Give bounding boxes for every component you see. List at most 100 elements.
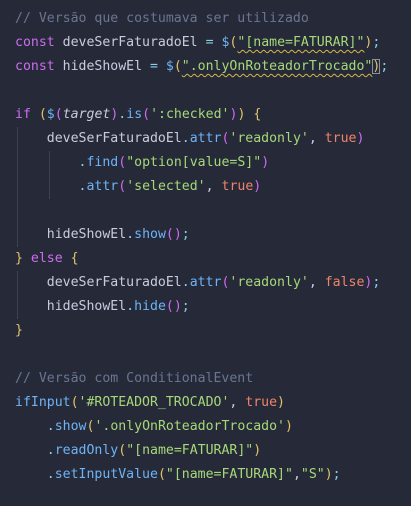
- code-line[interactable]: deveSerFaturadoEl.attr('readonly', false…: [0, 271, 411, 295]
- code-token: deveSerFaturadoEl: [54, 35, 206, 50]
- indent-guide: [17, 271, 18, 295]
- code-token: "[name=FATURAR]": [126, 443, 254, 458]
- code-line[interactable]: const deveSerFaturadoEl = $("[name=FATUR…: [0, 31, 411, 55]
- code-token: (: [118, 179, 127, 194]
- code-token: .: [126, 227, 135, 242]
- code-token: 'readonly': [229, 275, 309, 290]
- code-token: (): [165, 299, 182, 314]
- code-line[interactable]: .show('.onlyOnRoteadorTrocado'): [0, 415, 411, 439]
- indent-guide: [49, 175, 50, 199]
- code-token: ifInput: [15, 395, 71, 410]
- code-token: =: [149, 59, 158, 74]
- code-line[interactable]: // Versão que costumava ser utilizado: [0, 7, 411, 31]
- code-token: find: [86, 155, 119, 170]
- code-token: ): [285, 419, 293, 434]
- code-token: hideShowEl: [46, 299, 127, 314]
- code-token: (: [118, 443, 127, 458]
- code-token: {: [253, 107, 262, 122]
- code-line[interactable]: [0, 343, 411, 367]
- code-line[interactable]: .setInputValue("[name=FATURAR]","S");: [0, 463, 411, 487]
- code-token: attr: [86, 179, 119, 194]
- code-editor[interactable]: // Versão que costumava ser utilizado con…: [0, 7, 411, 487]
- indent-guide: [49, 151, 50, 175]
- code-line[interactable]: deveSerFaturadoEl.attr('readonly', true): [0, 127, 411, 151]
- code-token: {: [70, 251, 79, 266]
- code-token: "[name=FATURAR]": [237, 35, 365, 50]
- code-token: .: [181, 131, 190, 146]
- code-line[interactable]: [0, 79, 411, 103]
- code-token: ;: [181, 227, 190, 242]
- code-line[interactable]: hideShowEl.hide();: [0, 295, 411, 319]
- code-token: ".onlyOnRoteadorTrocado": [181, 59, 373, 74]
- code-token: ;: [181, 299, 190, 314]
- code-token: .: [126, 299, 135, 314]
- code-token: (: [173, 59, 182, 74]
- code-token: "[name=FATURAR]": [165, 467, 293, 482]
- code-token: false: [324, 275, 365, 290]
- code-line[interactable]: // Versão com ConditionalEvent: [0, 367, 411, 391]
- code-token: ): [253, 179, 262, 194]
- code-token: ':checked': [150, 107, 230, 122]
- code-token: (: [142, 107, 151, 122]
- code-token: if: [15, 107, 31, 122]
- code-token: (: [70, 395, 79, 410]
- code-token: deveSerFaturadoEl: [46, 131, 182, 146]
- code-token: is: [126, 107, 143, 122]
- code-token: '.onlyOnRoteadorTrocado': [94, 419, 285, 434]
- code-token: show: [134, 227, 166, 242]
- code-token: (: [118, 155, 127, 170]
- code-token: else: [22, 251, 71, 266]
- code-token: ;: [372, 275, 381, 290]
- code-token: }: [15, 251, 23, 266]
- indent-guide: [17, 199, 18, 223]
- code-line[interactable]: }: [0, 319, 411, 343]
- code-line[interactable]: } else {: [0, 247, 411, 271]
- code-token: (: [54, 107, 63, 122]
- code-token: "S": [300, 467, 325, 482]
- code-token: ;: [380, 59, 389, 74]
- code-token: ): [261, 155, 270, 170]
- code-token: .: [46, 419, 55, 434]
- code-token: true: [245, 395, 278, 410]
- code-token: hide: [134, 299, 166, 314]
- code-token: $: [165, 59, 174, 74]
- code-line[interactable]: .attr('selected', true): [0, 175, 411, 199]
- code-token: readOnly: [54, 443, 119, 458]
- code-token: ,: [229, 395, 246, 410]
- indent-guide: [17, 175, 18, 199]
- code-line[interactable]: [0, 199, 411, 223]
- code-line[interactable]: .readOnly("[name=FATURAR]"): [0, 439, 411, 463]
- code-token: // Versão com ConditionalEvent: [15, 371, 254, 386]
- code-token: (: [157, 467, 166, 482]
- code-token: const: [15, 59, 55, 74]
- code-token: ): [356, 131, 365, 146]
- code-token: ;: [332, 467, 341, 482]
- code-token: ): [324, 467, 333, 482]
- code-line[interactable]: hideShowEl.show();: [0, 223, 411, 247]
- code-token: ,: [308, 131, 325, 146]
- code-token: "option[value=S]": [126, 155, 262, 170]
- code-token: hideShowEl: [54, 59, 150, 74]
- code-token: true: [221, 179, 254, 194]
- code-line[interactable]: if ($(target).is(':checked')) {: [0, 103, 411, 127]
- code-token: .: [46, 467, 55, 482]
- code-line[interactable]: ifInput('#ROTEADOR_TROCADO', true): [0, 391, 411, 415]
- code-token: '#ROTEADOR_TROCADO': [78, 395, 230, 410]
- code-token: // Versão que costumava ser utilizado: [15, 11, 309, 26]
- code-token: (): [165, 227, 182, 242]
- code-token: show: [54, 419, 87, 434]
- code-token: true: [324, 131, 357, 146]
- code-line[interactable]: .find("option[value=S]"): [0, 151, 411, 175]
- code-token: deveSerFaturadoEl: [46, 275, 182, 290]
- code-line[interactable]: const hideShowEl = $(".onlyOnRoteadorTro…: [0, 55, 411, 79]
- code-token: ): [253, 443, 262, 458]
- code-token: const: [15, 35, 55, 50]
- code-token: setInputValue: [54, 467, 158, 482]
